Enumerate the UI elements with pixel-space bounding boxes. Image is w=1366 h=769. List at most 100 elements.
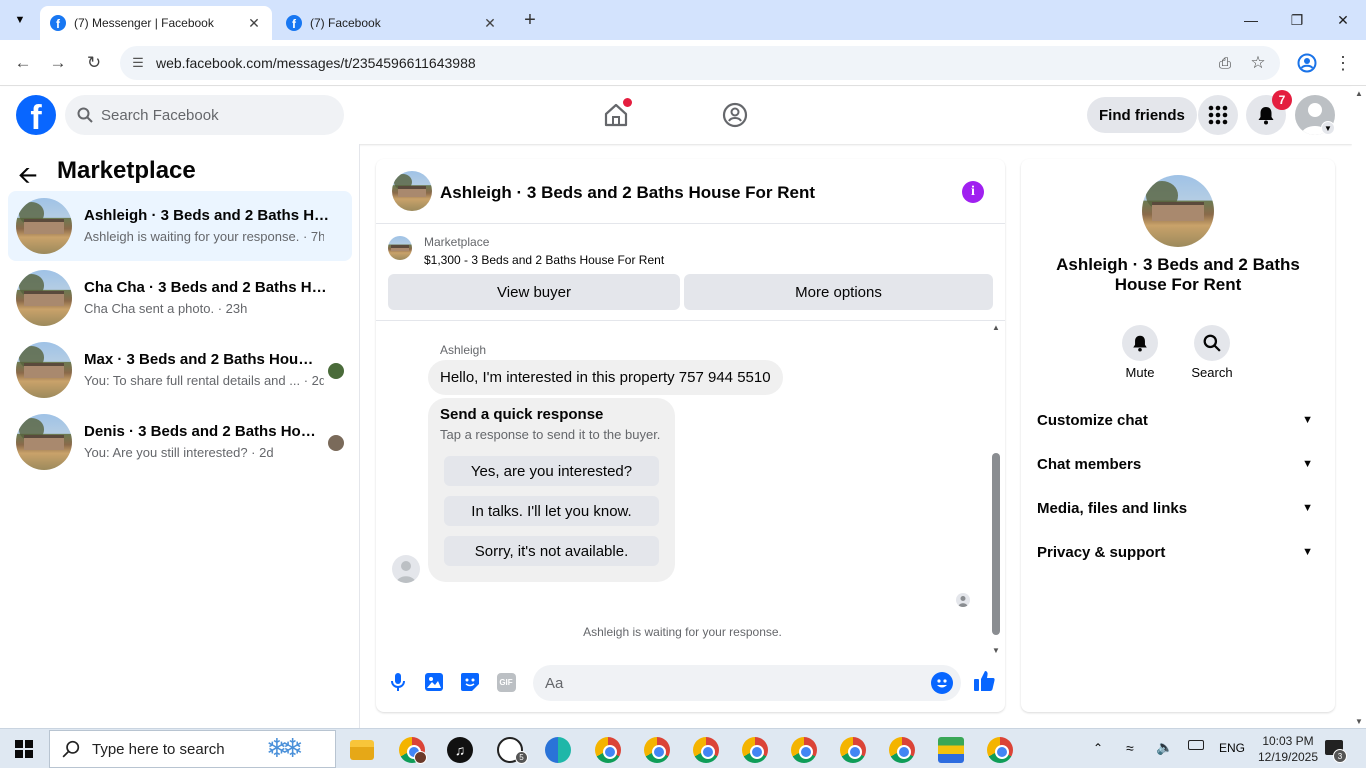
page-scrollbar[interactable]: ▲ ▼ — [1352, 87, 1366, 728]
chrome-profile-icon[interactable] — [791, 737, 817, 763]
restore-button[interactable]: ❐ — [1274, 0, 1320, 40]
conversation-name: Ashleigh · 3 Beds and 2 Baths Hou... — [84, 207, 334, 224]
stacked-app-icon[interactable] — [938, 737, 964, 763]
language-indicator[interactable]: ENG — [1219, 741, 1245, 755]
account-chevron-icon[interactable]: ▼ — [1321, 121, 1335, 135]
view-buyer-button[interactable]: View buyer — [388, 274, 680, 310]
edge-icon[interactable] — [545, 737, 571, 763]
back-button[interactable]: ← — [8, 48, 38, 78]
conversation-max[interactable]: Max · 3 Beds and 2 Baths House... You: T… — [8, 335, 352, 405]
reload-button[interactable]: ↻ — [79, 48, 109, 78]
scroll-up-arrow-icon[interactable]: ▲ — [992, 323, 1000, 332]
section-label: Media, files and links — [1037, 499, 1188, 517]
chrome-profile-icon[interactable] — [644, 737, 670, 763]
tab-facebook[interactable]: f (7) Facebook ✕ — [276, 6, 508, 40]
close-tab-icon[interactable]: ✕ — [482, 15, 498, 32]
chevron-down-icon: ▼ — [1302, 546, 1313, 558]
address-bar-row: ← → ↻ ☰ web.facebook.com/messages/t/2354… — [0, 40, 1366, 86]
chrome-profile-icon[interactable] — [693, 737, 719, 763]
forward-button[interactable]: → — [43, 48, 73, 78]
groups-nav-icon[interactable] — [721, 101, 749, 129]
quick-reply-yes[interactable]: Yes, are you interested? — [444, 456, 659, 486]
chrome-profile-icon[interactable] — [595, 737, 621, 763]
mute-button[interactable] — [1122, 325, 1158, 361]
home-nav-icon[interactable] — [602, 98, 632, 129]
search-conversation-button[interactable] — [1194, 325, 1230, 361]
menu-grid-button[interactable] — [1198, 95, 1238, 135]
chrome-profile-icon[interactable] — [987, 737, 1013, 763]
show-hidden-icons-chevron-icon[interactable]: ⌃ — [1093, 741, 1103, 755]
chat-members-section[interactable]: Chat members ▼ — [1037, 444, 1319, 484]
find-friends-button[interactable]: Find friends — [1087, 97, 1197, 133]
wifi-icon[interactable]: ≈ — [1126, 740, 1134, 756]
like-thumbs-up-icon[interactable] — [972, 669, 996, 693]
snowflake-icon: ❄❄ — [266, 733, 303, 763]
taskbar-search-input[interactable]: Type here to search ❄❄ — [49, 730, 336, 768]
conversation-ashleigh[interactable]: Ashleigh · 3 Beds and 2 Baths Hou... Ash… — [8, 191, 352, 261]
system-clock[interactable]: 10:03 PM 12/19/2025 — [1250, 733, 1326, 765]
clock-time: 10:03 PM — [1262, 734, 1314, 748]
section-label: Privacy & support — [1037, 543, 1166, 561]
section-label: Customize chat — [1037, 411, 1148, 429]
listing-price[interactable]: $1,300 - 3 Beds and 2 Baths House For Re… — [424, 253, 664, 267]
chat-scroll-thumb[interactable] — [992, 453, 1000, 635]
conversation-denis[interactable]: Denis · 3 Beds and 2 Baths Hous... You: … — [8, 407, 352, 477]
scroll-up-arrow-icon[interactable]: ▲ — [1355, 89, 1363, 98]
chat-title[interactable]: Ashleigh · 3 Beds and 2 Baths House For … — [440, 183, 815, 203]
sticker-icon[interactable] — [459, 671, 481, 693]
close-window-button[interactable]: ✕ — [1320, 0, 1366, 40]
microphone-icon[interactable] — [387, 671, 409, 693]
close-tab-icon[interactable]: ✕ — [246, 15, 262, 32]
chat-thumbnail[interactable] — [392, 171, 432, 211]
profile-icon[interactable] — [1292, 48, 1322, 78]
chevron-down-icon: ▼ — [1302, 414, 1313, 426]
clock-date: 12/19/2025 — [1257, 750, 1319, 764]
volume-icon[interactable]: 🔈 — [1156, 739, 1173, 756]
browser-tab-bar: ▼ f (7) Messenger | Facebook ✕ f (7) Fac… — [0, 0, 1366, 40]
browser-menu-icon[interactable]: ⋮ — [1328, 48, 1358, 78]
site-info-icon[interactable]: ☰ — [120, 55, 156, 71]
quick-reply-not-available[interactable]: Sorry, it's not available. — [444, 536, 659, 566]
tab-search-button[interactable]: ▼ — [8, 8, 32, 32]
privacy-support-section[interactable]: Privacy & support ▼ — [1037, 532, 1319, 572]
bookmark-star-icon[interactable]: ☆ — [1243, 48, 1273, 78]
windows-start-icon[interactable] — [0, 729, 48, 769]
tiktok-icon[interactable]: ♫ — [447, 737, 473, 763]
quick-reply-in-talks[interactable]: In talks. I'll let you know. — [444, 496, 659, 526]
facebook-logo-icon[interactable]: f — [16, 95, 56, 135]
file-explorer-icon[interactable] — [350, 740, 374, 760]
message-input[interactable]: Aa — [533, 665, 961, 701]
windows-taskbar: Type here to search ❄❄ ♫ 5 ⌃ ≈ 🔈 ENG 10:… — [0, 728, 1366, 768]
conversation-chacha[interactable]: Cha Cha · 3 Beds and 2 Baths Hou... Cha … — [8, 263, 352, 333]
emoji-icon[interactable] — [931, 672, 953, 694]
tab-messenger[interactable]: f (7) Messenger | Facebook ✕ — [40, 6, 272, 40]
media-files-links-section[interactable]: Media, files and links ▼ — [1037, 488, 1319, 528]
profile-badge-icon — [414, 751, 427, 764]
url-field[interactable]: ☰ web.facebook.com/messages/t/2354596611… — [120, 46, 1280, 80]
chrome-profile-icon[interactable] — [840, 737, 866, 763]
customize-chat-section[interactable]: Customize chat ▼ — [1037, 400, 1319, 440]
facebook-favicon-icon: f — [286, 15, 302, 31]
info-icon[interactable]: i — [962, 181, 984, 203]
tab-title: (7) Messenger | Facebook — [74, 16, 214, 30]
photo-icon[interactable] — [423, 671, 445, 693]
section-label: Chat members — [1037, 455, 1142, 473]
battery-icon[interactable] — [1188, 740, 1204, 750]
message-bubble[interactable]: Hello, I'm interested in this property 7… — [428, 360, 783, 395]
new-tab-button[interactable]: + — [518, 8, 542, 32]
install-app-icon[interactable]: ⎙ — [1210, 48, 1240, 78]
chrome-profile-icon[interactable] — [889, 737, 915, 763]
quick-response-title: Send a quick response — [440, 406, 604, 423]
scroll-down-arrow-icon[interactable]: ▼ — [1355, 717, 1363, 726]
chrome-profile-icon[interactable] — [742, 737, 768, 763]
waiting-status: Ashleigh is waiting for your response. — [583, 625, 782, 639]
sender-avatar[interactable] — [392, 555, 420, 583]
scroll-down-arrow-icon[interactable]: ▼ — [992, 646, 1000, 655]
minimize-button[interactable]: — — [1228, 0, 1274, 40]
gif-icon[interactable]: GIF — [495, 671, 517, 693]
more-options-button[interactable]: More options — [684, 274, 993, 310]
quick-response-subtitle: Tap a response to send it to the buyer. — [440, 427, 661, 442]
facebook-search-input[interactable]: Search Facebook — [65, 95, 344, 135]
listing-label: Marketplace — [424, 235, 490, 249]
info-thumbnail — [1142, 175, 1214, 247]
